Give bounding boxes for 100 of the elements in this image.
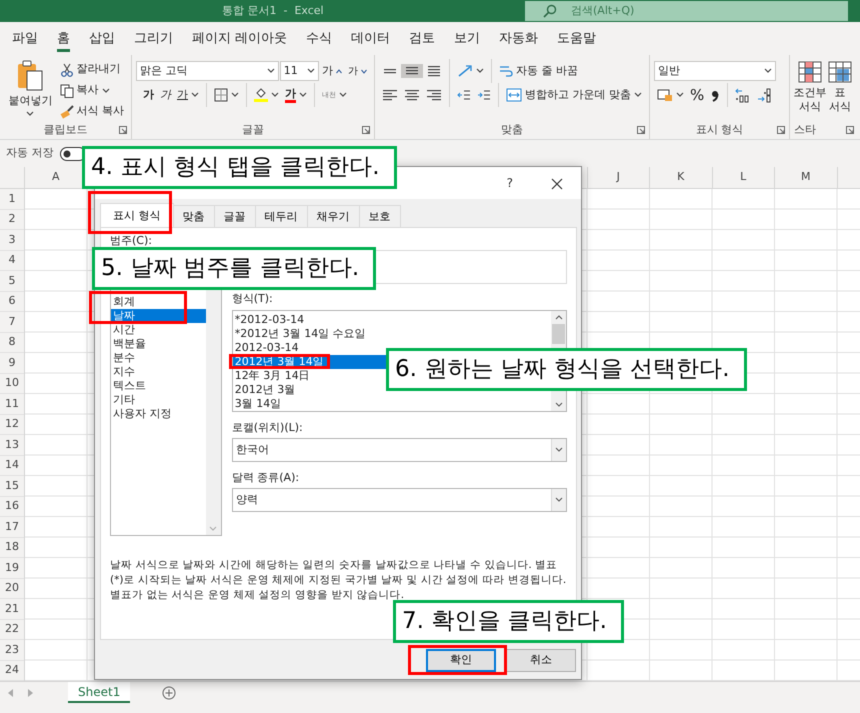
font-name-field[interactable]: 맑은 고딕 bbox=[136, 61, 279, 81]
scroll-down-icon bbox=[554, 402, 562, 408]
row-header[interactable]: 8 bbox=[0, 332, 24, 353]
column-header[interactable]: M bbox=[775, 167, 838, 188]
dialog-button[interactable]: 확인 bbox=[426, 649, 496, 672]
paint-bucket-icon bbox=[254, 87, 268, 103]
help-button[interactable]: ? bbox=[500, 173, 519, 193]
wrap-text-button[interactable]: 자동 줄 바꿈 bbox=[496, 62, 581, 80]
row-header[interactable]: 3 bbox=[0, 230, 24, 250]
format-item[interactable]: 3월 14일 bbox=[232, 397, 551, 411]
menu-tab[interactable]: 그리기 bbox=[126, 24, 181, 52]
row-header[interactable]: 7 bbox=[0, 312, 24, 332]
format-painter-button[interactable]: 서식 복사 bbox=[56, 102, 127, 121]
row-header[interactable]: 5 bbox=[0, 271, 24, 292]
menu-tab[interactable]: 삽입 bbox=[81, 24, 123, 52]
caret-icon bbox=[764, 68, 772, 74]
decrease-decimal-icon bbox=[757, 87, 774, 103]
field-label: 로캘(위치)(L): bbox=[232, 421, 304, 435]
row-header[interactable]: 18 bbox=[0, 538, 24, 558]
caret-icon bbox=[26, 110, 34, 116]
copy-button[interactable]: 복사 bbox=[56, 81, 127, 100]
next-sheet-icon bbox=[28, 688, 34, 696]
row-header[interactable]: 23 bbox=[0, 640, 24, 660]
group-label: 글꼴 bbox=[242, 122, 264, 138]
row-header[interactable]: 11 bbox=[0, 394, 24, 414]
column-header[interactable]: J bbox=[588, 167, 650, 188]
category-item[interactable]: 텍스트 bbox=[111, 379, 206, 393]
autosave-label: 자동 저장 bbox=[6, 145, 54, 162]
dialog-button[interactable]: 취소 bbox=[506, 649, 576, 672]
underline-button[interactable]: 가 bbox=[174, 86, 202, 104]
menu-tab[interactable]: 홈 bbox=[49, 24, 78, 52]
table-format-button[interactable]: 표 서식 bbox=[826, 59, 854, 122]
row-header[interactable]: 12 bbox=[0, 414, 24, 435]
dialog-tab[interactable]: 보호 bbox=[358, 205, 400, 227]
category-item[interactable]: 분수 bbox=[111, 351, 206, 365]
row-header[interactable]: 6 bbox=[0, 292, 24, 312]
row-header[interactable]: 4 bbox=[0, 250, 24, 271]
caret-icon bbox=[191, 92, 199, 98]
table-brush-icon bbox=[828, 61, 852, 83]
row-header[interactable]: 19 bbox=[0, 558, 24, 578]
caret-icon bbox=[555, 497, 563, 503]
category-item[interactable]: 기타 bbox=[111, 393, 206, 407]
column-header[interactable]: K bbox=[650, 167, 712, 188]
menu-tab[interactable]: 페이지 레이아웃 bbox=[184, 24, 296, 52]
sheet-tab[interactable]: Sheet1 bbox=[68, 682, 130, 703]
calendar-dropdown[interactable]: 양력 bbox=[232, 488, 567, 512]
field-label: 형식(T): bbox=[232, 292, 274, 306]
category-item[interactable]: 백분율 bbox=[111, 337, 206, 351]
paste-button[interactable]: 붙여넣기 bbox=[4, 59, 56, 122]
row-header[interactable]: 13 bbox=[0, 435, 24, 456]
italic-button[interactable]: 가 bbox=[157, 86, 174, 104]
row-header[interactable]: 21 bbox=[0, 599, 24, 620]
font-size-field[interactable]: 11 bbox=[280, 61, 319, 81]
row-header[interactable]: 16 bbox=[0, 496, 24, 517]
menu-tab[interactable]: 도움말 bbox=[549, 24, 604, 52]
conditional-formatting-button[interactable]: 조건부 서식 bbox=[794, 59, 826, 122]
format-item[interactable]: *2012년 3월 14일 수요일 bbox=[232, 327, 551, 341]
menu-tab[interactable]: 검토 bbox=[401, 24, 444, 52]
row-header[interactable]: 15 bbox=[0, 476, 24, 496]
category-item[interactable]: 지수 bbox=[111, 365, 206, 379]
row-header[interactable]: 1 bbox=[0, 189, 24, 210]
row-header[interactable]: 22 bbox=[0, 620, 24, 640]
row-header[interactable]: 20 bbox=[0, 578, 24, 599]
middle-align-button[interactable] bbox=[401, 64, 423, 78]
caret-icon bbox=[231, 92, 239, 98]
category-item[interactable]: 회계 bbox=[111, 295, 206, 309]
locale-dropdown[interactable]: 한국어 bbox=[232, 438, 567, 462]
row-header[interactable]: 14 bbox=[0, 456, 24, 476]
font-color-button[interactable]: 가 bbox=[282, 86, 310, 104]
shrink-font-button[interactable]: 가 bbox=[345, 62, 370, 80]
caret-icon bbox=[307, 68, 315, 74]
clipboard-icon bbox=[15, 60, 46, 92]
row-header[interactable]: 9 bbox=[0, 353, 24, 374]
bold-button[interactable]: 가 bbox=[140, 86, 157, 104]
category-item[interactable]: 사용자 지정 bbox=[111, 407, 206, 421]
caret-icon bbox=[555, 447, 563, 453]
menu-tab[interactable]: 수식 bbox=[298, 24, 340, 52]
row-header[interactable]: 2 bbox=[0, 210, 24, 230]
category-item[interactable]: 시간 bbox=[111, 323, 206, 337]
caret-icon bbox=[271, 92, 279, 98]
menu-tab[interactable]: 데이터 bbox=[343, 24, 398, 52]
number-format-field[interactable]: 일반 bbox=[654, 61, 776, 81]
dialog-launcher-icon bbox=[119, 126, 127, 134]
menu-tab[interactable]: 자동화 bbox=[491, 24, 546, 52]
grow-font-button[interactable]: 가 bbox=[319, 62, 345, 80]
accounting-icon bbox=[657, 88, 673, 102]
scrollbar-thumb[interactable] bbox=[552, 324, 565, 344]
row-header[interactable]: 10 bbox=[0, 374, 24, 394]
column-header[interactable]: L bbox=[712, 167, 775, 188]
dialog-tab[interactable]: 표시 형식 bbox=[100, 203, 174, 227]
cut-button[interactable]: 잘라내기 bbox=[56, 60, 127, 79]
format-item[interactable]: *2012-03-14 bbox=[232, 313, 551, 327]
merge-center-button[interactable]: 병합하고 가운데 맞춤 bbox=[503, 86, 645, 104]
menu-tab[interactable]: 파일 bbox=[4, 24, 46, 52]
row-header[interactable]: 17 bbox=[0, 517, 24, 538]
percent-button[interactable]: % bbox=[687, 82, 708, 108]
field-label: 달력 종류(A): bbox=[232, 471, 300, 485]
instruction-tooltip: 4. 표시 형식 탭을 클릭한다. bbox=[82, 146, 396, 189]
group-label: 스타 bbox=[794, 122, 816, 138]
menu-tab[interactable]: 보기 bbox=[446, 24, 488, 52]
